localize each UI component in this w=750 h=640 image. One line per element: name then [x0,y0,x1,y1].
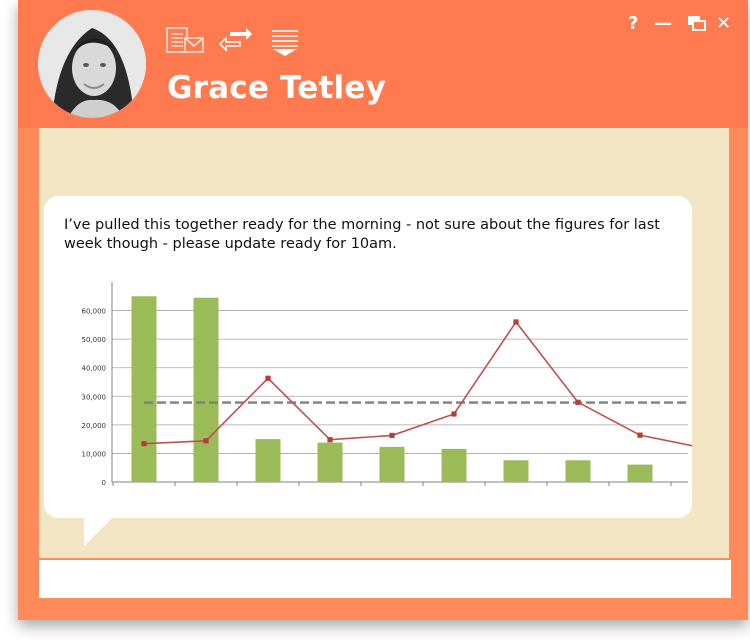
close-button[interactable]: ✕ [716,12,731,36]
avatar[interactable] [38,10,146,118]
window-header: Grace Tetley ? — ✕ [18,0,748,128]
expand-menu-icon[interactable] [268,26,308,58]
bar [627,464,653,482]
help-button[interactable]: ? [628,12,638,36]
line-point [575,399,581,405]
bar [193,297,219,482]
y-tick-label: 60,000 [82,308,107,316]
reply-input[interactable] [39,560,731,598]
y-tick-label: 50,000 [82,336,107,344]
figures-chart: 0 10,000 20,000 30,000 40,000 50,000 60,000 [82,282,692,487]
restore-window-icon [688,16,706,31]
swap-arrows-icon[interactable] [216,26,256,58]
bar [565,460,591,482]
y-tick-label: 40,000 [82,365,107,373]
y-tick-label: 30,000 [82,393,107,401]
bar [379,446,405,482]
y-tick-label: 20,000 [82,422,107,430]
line-point [513,319,519,325]
message-bubble-tail [84,516,114,546]
message-compose-icon[interactable] [165,26,205,58]
trend-line [143,320,692,447]
bar [255,439,281,482]
message-text: I’ve pulled this together ready for the … [64,217,660,252]
line-point [451,411,457,417]
line-point [327,437,333,443]
restore-button[interactable] [686,14,708,39]
bar [503,460,529,482]
bar [441,448,467,482]
minimize-button[interactable]: — [654,12,672,36]
bar [317,442,343,482]
line-point [141,441,147,447]
line-point [389,432,395,439]
line-point [637,432,643,438]
contact-name: Grace Tetley [167,70,386,106]
line-point [203,438,209,444]
y-tick-label: 0 [102,479,106,487]
y-tick-label: 10,000 [82,450,107,458]
bar [131,296,157,482]
line-point [265,375,271,381]
